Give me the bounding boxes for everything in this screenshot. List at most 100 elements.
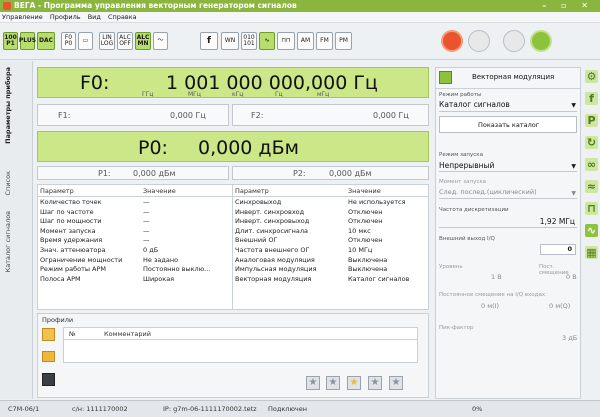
table-row[interactable]: Количество точек [40, 198, 140, 208]
table-row[interactable]: Импульсная модуляция [235, 265, 345, 275]
tab-list[interactable]: Список [4, 171, 12, 196]
table-row[interactable]: Аналоговая модуляция [235, 256, 345, 266]
digital-button[interactable]: 010 101 [241, 32, 257, 50]
tab-signal-catalog[interactable]: Каталог сигналов [4, 211, 12, 272]
dac-button[interactable]: DAC [37, 32, 55, 50]
star-icon-2[interactable]: ★ [326, 376, 340, 390]
pulse-side-icon[interactable]: ⊓ [585, 202, 598, 215]
f-button[interactable]: f [200, 32, 218, 50]
rf-icon[interactable] [503, 30, 525, 52]
table-row[interactable]: Векторная модуляция [235, 275, 345, 285]
p1-100-button[interactable]: 100 P1 [3, 32, 18, 50]
link-icon[interactable]: ∞ [585, 158, 598, 171]
table-cell: Отключен [348, 236, 383, 245]
window-controls[interactable]: – ▫ ✕ [542, 0, 594, 12]
table-cell: 10 МГц [348, 245, 373, 254]
star-icon-1[interactable]: ★ [306, 376, 320, 390]
f0-p0-button[interactable]: F0 P0 [61, 32, 76, 50]
app-icon [3, 2, 11, 10]
table-row[interactable]: Время удержания [40, 236, 140, 246]
mode-select[interactable]: Каталог сигналов ▼ [439, 99, 577, 112]
p2-value: 0,000 дБм [329, 169, 372, 178]
pulse-button[interactable]: ⊓⊓ [277, 32, 295, 50]
table-row[interactable]: Ограничение мощности [40, 256, 140, 266]
tab-device-params[interactable]: Параметры прибора [4, 67, 12, 144]
table-row[interactable]: Шаг по мощности [40, 217, 140, 227]
wn-button[interactable]: WN [221, 32, 239, 50]
pm-button[interactable]: PM [335, 32, 352, 50]
f-mod-icon[interactable]: f [585, 92, 598, 105]
menu-help[interactable]: Справка [108, 13, 137, 21]
vector-mod-button[interactable]: ∿ [259, 32, 275, 50]
col-comment: Комментарий [104, 330, 151, 338]
chevron-down-icon: ▼ [571, 163, 576, 170]
p1-box[interactable]: P1: 0,000 дБм [37, 166, 229, 180]
alc-off-button[interactable]: ALC OFF [117, 32, 133, 50]
p2-box[interactable]: P2: 0,000 дБм [232, 166, 429, 180]
trigger-select[interactable]: Непрерывный ▼ [439, 160, 577, 172]
vector-side-icon[interactable]: ∿ [585, 224, 598, 237]
p0-panel[interactable]: P0: 0,000 дБм [37, 131, 429, 162]
table-cell: 0 дБ [143, 245, 159, 254]
alc-mn-button[interactable]: ALC MN [135, 32, 151, 50]
sample-rate-field[interactable]: 1,92 МГц [439, 215, 577, 228]
star-icon-3[interactable]: ★ [368, 376, 382, 390]
ext-iq-label: Внешний выход I/Q [439, 236, 495, 242]
q-offset-value[interactable]: 0 м(Q) [549, 302, 570, 310]
table-cell: Выключена [348, 265, 388, 274]
table-row[interactable]: Частота внешнего ОГ [235, 246, 345, 256]
moment-select[interactable]: След. послед.(циклический) ▼ [439, 187, 577, 199]
noise-icon[interactable]: ≈ [585, 180, 598, 193]
mod-on-icon[interactable] [530, 30, 552, 52]
save-icon-button[interactable]: ▭ [78, 32, 93, 50]
profiles-table[interactable]: № Комментарий [63, 327, 418, 363]
gear-icon[interactable]: ⚙ [585, 70, 598, 83]
p-mod-icon[interactable]: P [585, 114, 598, 127]
table-row[interactable]: Момент запуска [40, 227, 140, 237]
menu-view[interactable]: Вид [88, 13, 101, 21]
table-row[interactable]: Синхровыход [235, 198, 345, 208]
am-button[interactable]: AM [297, 32, 314, 50]
p1-label: P1: [98, 169, 111, 178]
ext-iq-toggle[interactable]: 0 [540, 244, 576, 255]
side-tools: ⚙ f P ↻ ∞ ≈ ⊓ ∿ ▦ [582, 67, 600, 399]
lin-log-button[interactable]: LIN LOG [99, 32, 115, 50]
sync-icon[interactable]: ↻ [585, 136, 598, 149]
favorite-star-icon[interactable]: ★ [347, 376, 361, 390]
fm-button[interactable]: FM [316, 32, 333, 50]
add-profile-icon[interactable] [42, 328, 55, 341]
i-offset-value[interactable]: 0 м(I) [481, 302, 499, 310]
table-row[interactable]: Полоса АРМ [40, 275, 140, 285]
table-row[interactable]: Инверт. синхровход [235, 208, 345, 218]
arrow-icon[interactable] [468, 30, 490, 52]
mode-value: Каталог сигналов [439, 100, 510, 109]
f2-box[interactable]: F2: 0,000 Гц [232, 104, 429, 126]
right-params-col: Синхровыход Инверт. синхровход Инверт. с… [235, 198, 345, 284]
grid-icon[interactable]: ▦ [585, 246, 598, 259]
f0-label: F0: [80, 72, 110, 94]
show-catalog-button[interactable]: Показать каталог [439, 116, 577, 133]
left-tab-rail: Параметры прибора Список Каталог сигнало… [0, 61, 33, 399]
plus-button[interactable]: PLUS [19, 32, 36, 50]
f0-unit-khz: кГц [232, 91, 244, 98]
table-row[interactable]: Длит. синхросигнала [235, 227, 345, 237]
f1-box[interactable]: F1: 0,000 Гц [37, 104, 229, 126]
menu-control[interactable]: Управление [2, 13, 43, 21]
table-row[interactable]: Внешний ОГ [235, 236, 345, 246]
reset-icon[interactable] [441, 30, 463, 52]
chevron-down-icon: ▼ [571, 102, 576, 109]
table-row[interactable]: Режим работы АРМ [40, 265, 140, 275]
f2-label: F2: [251, 111, 264, 120]
table-row[interactable]: Знач. аттенюатора [40, 246, 140, 256]
open-folder-icon[interactable] [42, 351, 55, 362]
table-row[interactable]: Шаг по частоте [40, 208, 140, 218]
signal-icon-button[interactable]: 〜 [153, 32, 168, 50]
menu-profile[interactable]: Профиль [50, 13, 81, 21]
left-values-col: — — — — — 0 дБ Не задано Постоянно выклю… [143, 198, 229, 284]
save-profile-icon[interactable] [42, 373, 55, 386]
table-row[interactable]: Инверт. синхровыход [235, 217, 345, 227]
star-icon-4[interactable]: ★ [389, 376, 403, 390]
ext-iq-value: 0 [567, 245, 572, 253]
f0-panel[interactable]: F0: 1 001 000 000,000 Гц ГГц МГц кГц Гц … [37, 67, 429, 98]
f0-unit-mhz-small: мГц [317, 91, 330, 98]
